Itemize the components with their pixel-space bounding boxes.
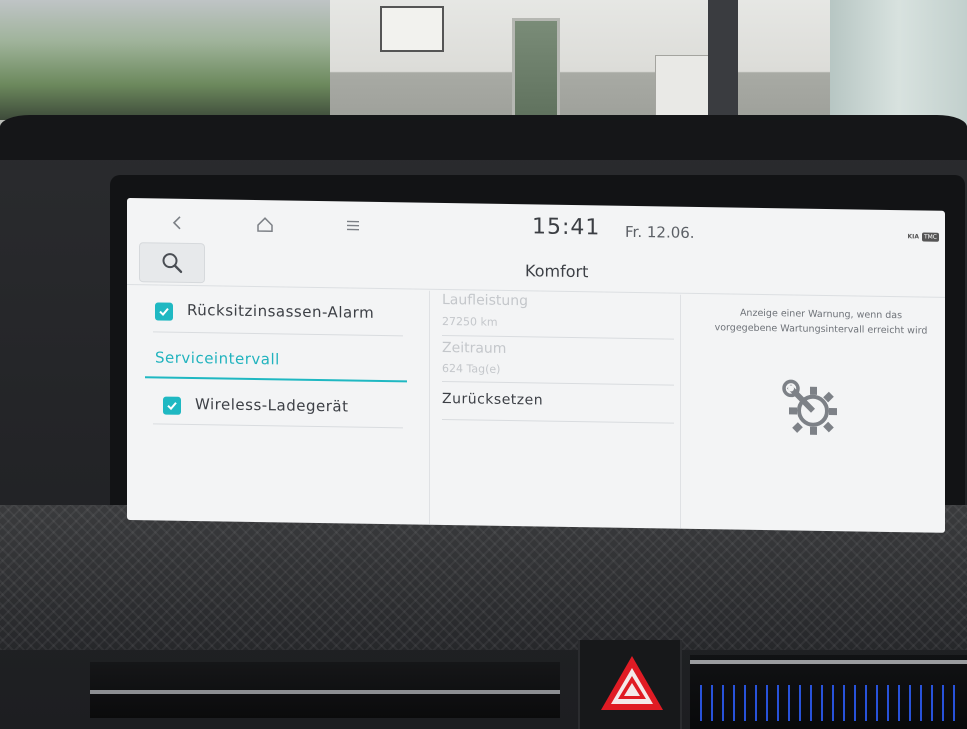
vent-trim-right	[690, 660, 967, 664]
settings-menu: Rücksitzinsassen-Alarm Serviceintervall …	[143, 288, 421, 524]
tmc-badge: TMC	[921, 232, 939, 242]
menu-item-rear-seat-alarm[interactable]: Rücksitzinsassen-Alarm	[143, 288, 413, 337]
menu-label: Wireless-Ladegerät	[195, 395, 349, 416]
mileage-row: Laufleistung 27250 km	[442, 291, 674, 341]
menu-label: Rücksitzinsassen-Alarm	[187, 300, 375, 322]
search-icon	[162, 253, 183, 274]
checkmark-icon	[167, 402, 177, 411]
reset-button[interactable]: Zurücksetzen	[442, 385, 674, 433]
date-text: Fr. 12.06.	[625, 222, 695, 242]
checkmark-icon	[159, 307, 169, 317]
checkbox-rear-seat-alarm[interactable]	[155, 302, 173, 321]
chevron-left-icon[interactable]	[163, 209, 191, 237]
checkbox-wireless-charger[interactable]	[163, 396, 181, 415]
status-icons: KIA TMC	[907, 232, 939, 242]
menu-item-wireless-charger[interactable]: Wireless-Ladegerät	[143, 380, 413, 429]
dashboard-top	[0, 115, 967, 160]
menu-item-service-interval[interactable]: Serviceintervall	[143, 334, 413, 383]
period-value: 624 Tag(e)	[442, 361, 501, 376]
column-divider	[429, 290, 430, 525]
hamburger-menu-icon[interactable]	[339, 211, 367, 239]
home-icon[interactable]	[251, 210, 279, 238]
garage-outside-view	[0, 0, 330, 120]
clock-time: 15:41	[532, 214, 601, 241]
infotainment-screen: 15:41 Fr. 12.06. KIA TMC Komfort Rücksit…	[127, 198, 945, 533]
mileage-title: Laufleistung	[442, 291, 528, 310]
help-panel: Anzeige einer Warnung, wenn das vorgegeb…	[687, 297, 945, 533]
reset-label: Zurücksetzen	[442, 390, 544, 409]
row-divider	[442, 418, 674, 424]
wall-clock	[380, 6, 444, 52]
row-divider	[153, 423, 403, 429]
menu-label: Serviceintervall	[155, 348, 280, 369]
help-text: Anzeige einer Warnung, wenn das vorgegeb…	[714, 307, 928, 337]
vent-trim-left	[90, 690, 560, 694]
service-interval-details: Laufleistung 27250 km Zeitraum 624 Tag(e…	[432, 291, 682, 529]
hazard-warning-icon[interactable]	[597, 652, 667, 716]
period-title: Zeitraum	[442, 339, 507, 357]
ambient-light-strip	[700, 685, 960, 721]
mileage-value: 27250 km	[442, 314, 498, 329]
search-button[interactable]	[139, 242, 205, 284]
wrench-gear-icon	[779, 376, 843, 441]
period-row: Zeitraum 624 Tag(e)	[442, 339, 674, 387]
page-title: Komfort	[525, 261, 589, 282]
brand-logo: KIA	[907, 233, 919, 241]
